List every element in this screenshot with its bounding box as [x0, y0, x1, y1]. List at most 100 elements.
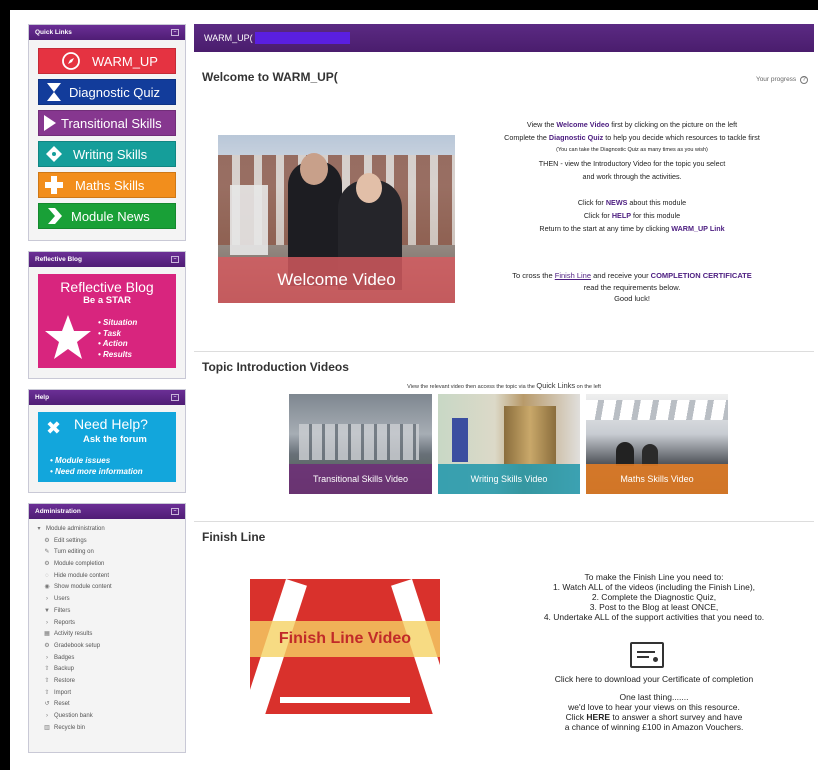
- survey-link[interactable]: HERE: [586, 712, 610, 722]
- help-title: Help: [35, 394, 50, 401]
- module-title[interactable]: WARM_UP(: [204, 33, 253, 43]
- admin-item-label: Module administration: [46, 526, 105, 532]
- admin-item-icon: ▥: [44, 724, 50, 731]
- reflective-blog-card[interactable]: Reflective Blog Be a STAR • Situation • …: [38, 274, 176, 368]
- quick-link-transitional-skills[interactable]: Transitional Skills: [38, 110, 176, 136]
- page-frame: Quick Links – WARM_UP Diagnostic Quiz Tr…: [10, 10, 818, 770]
- admin-menu-item[interactable]: ◌ Hide module content: [35, 571, 179, 583]
- quick-link-label: Maths Skills: [75, 177, 145, 193]
- admin-menu-item[interactable]: ⇧ Import: [35, 688, 179, 700]
- admin-item-label: Module completion: [54, 561, 105, 568]
- collapse-icon[interactable]: –: [171, 394, 179, 401]
- finish-line-link[interactable]: Finish Line: [555, 271, 591, 280]
- admin-menu-item[interactable]: ▥ Recycle bin: [35, 723, 179, 735]
- admin-menu-item[interactable]: ⇧ Restore: [35, 676, 179, 688]
- instruction-line: and work through the activities.: [582, 172, 682, 181]
- progress-indicator[interactable]: Your progress ?: [756, 76, 808, 84]
- admin-item-icon: ⚙: [44, 537, 50, 544]
- welcome-video-thumbnail[interactable]: Welcome Video: [218, 135, 455, 303]
- quick-link-label: WARM_UP: [92, 53, 158, 69]
- reflective-blog-block: Reflective Blog – Reflective Blog Be a S…: [28, 251, 186, 379]
- admin-menu-item[interactable]: ◉ Show module content: [35, 582, 179, 594]
- admin-menu-item[interactable]: › Reports: [35, 618, 179, 630]
- help-item: • Need more information: [50, 466, 143, 476]
- star-item: • Task: [98, 328, 121, 338]
- admin-menu-item[interactable]: › Users: [35, 594, 179, 606]
- admin-item-label: Reset: [54, 701, 70, 708]
- admin-menu-item[interactable]: ✎ Turn editing on: [35, 547, 179, 559]
- admin-item-icon: ›: [46, 596, 48, 603]
- admin-menu-item[interactable]: ▦ Activity results: [35, 629, 179, 641]
- plus-minus-icon: [43, 174, 65, 196]
- help-card-subtitle: Ask the forum: [83, 434, 147, 445]
- welcome-heading: Welcome to WARM_UP(: [202, 70, 428, 85]
- admin-menu-item[interactable]: › Question bank: [35, 711, 179, 723]
- finish-line-section: Finish Line Finish Line Video To make th…: [194, 522, 814, 768]
- admin-menu-item[interactable]: ⚙ Edit settings: [35, 536, 179, 548]
- admin-item-label: Badges: [54, 654, 75, 661]
- reflective-blog-header: Reflective Blog –: [29, 252, 185, 267]
- admin-item-icon: ⇧: [44, 677, 50, 684]
- help-list: • Module issues • Need more information: [50, 456, 143, 477]
- need-help-card[interactable]: ✖ Need Help? Ask the forum • Module issu…: [38, 412, 176, 482]
- quick-link-warm-up[interactable]: WARM_UP: [38, 48, 176, 74]
- play-arrow-icon: [43, 112, 57, 134]
- quick-link-label: Diagnostic Quiz: [69, 84, 161, 100]
- admin-menu-item[interactable]: ⚙ Module completion: [35, 559, 179, 571]
- admin-item-label: Restore: [54, 677, 76, 684]
- star-list: • Situation • Task • Action • Results: [98, 318, 137, 360]
- help-circle-icon[interactable]: ?: [800, 76, 808, 84]
- blog-card-subtitle: Be a STAR: [83, 295, 131, 306]
- progress-label: Your progress: [755, 76, 797, 83]
- admin-menu-item[interactable]: ▾ Module administration: [35, 524, 179, 536]
- admin-item-icon: ›: [46, 713, 48, 719]
- collapse-icon[interactable]: –: [171, 29, 179, 36]
- transitional-video-caption: Transitional Skills Video: [289, 464, 432, 494]
- admin-item-icon: ▦: [44, 631, 50, 638]
- collapse-icon[interactable]: –: [171, 508, 179, 515]
- sidebar: Quick Links – WARM_UP Diagnostic Quiz Tr…: [28, 24, 186, 770]
- admin-item-icon: ◉: [44, 584, 50, 591]
- admin-menu-item[interactable]: ⚙ Gradebook setup: [35, 641, 179, 653]
- admin-item-icon: ✎: [44, 549, 50, 556]
- star-item: • Results: [98, 349, 132, 359]
- certificate-download-link[interactable]: Click here to download your Certificate …: [504, 674, 804, 684]
- admin-item-icon: ⚙: [44, 642, 50, 649]
- pen-nib-icon: [43, 143, 65, 165]
- admin-item-label: Turn editing on: [54, 549, 94, 556]
- transitional-skills-video[interactable]: Transitional Skills Video: [289, 394, 432, 494]
- maths-skills-video[interactable]: Maths Skills Video: [586, 394, 728, 494]
- redacted-box: [254, 32, 350, 44]
- admin-item-icon: ▾: [37, 526, 41, 532]
- admin-menu-item[interactable]: ▼ Filters: [35, 606, 179, 618]
- admin-menu-item[interactable]: › Badges: [35, 653, 179, 665]
- quick-link-module-news[interactable]: Module News: [38, 203, 176, 229]
- compass-icon: [60, 50, 82, 72]
- admin-item-label: Activity results: [54, 631, 93, 638]
- requirement-step: 1. Watch ALL of the videos (including th…: [552, 582, 756, 592]
- help-card-title: Need Help?: [74, 416, 148, 432]
- quick-links-header: Quick Links –: [29, 25, 185, 40]
- quick-link-maths-skills[interactable]: Maths Skills: [38, 172, 176, 198]
- quick-link-diagnostic-quiz[interactable]: Diagnostic Quiz: [38, 79, 176, 105]
- admin-item-icon: ▼: [44, 607, 50, 614]
- star-icon: [44, 314, 92, 365]
- admin-item-icon: ⇧: [44, 689, 50, 696]
- topic-videos-note: View the relevant video then access the …: [407, 381, 601, 390]
- admin-menu-item[interactable]: ↺ Reset: [35, 699, 179, 711]
- finish-line-video-thumbnail[interactable]: Finish Line Video: [250, 579, 440, 714]
- main-content: WARM_UP( Welcome to WARM_UP( Your progre…: [194, 24, 814, 770]
- admin-item-icon: ›: [46, 654, 48, 661]
- quick-link-label: Module News: [71, 208, 150, 224]
- writing-skills-video[interactable]: Writing Skills Video: [438, 394, 580, 494]
- finish-line-footer: Click here to download your Certificate …: [504, 674, 804, 732]
- requirement-step: 3. Post to the Blog at least ONCE,: [589, 602, 719, 612]
- certificate-icon[interactable]: [630, 642, 664, 668]
- chevron-right-icon: [43, 205, 65, 227]
- admin-menu-item[interactable]: ⇧ Backup: [35, 664, 179, 676]
- admin-item-label: Edit settings: [54, 537, 87, 544]
- quick-links-block: Quick Links – WARM_UP Diagnostic Quiz Tr…: [28, 24, 186, 241]
- finish-line-video-caption: Finish Line Video: [250, 621, 440, 657]
- collapse-icon[interactable]: –: [171, 256, 179, 263]
- quick-link-writing-skills[interactable]: Writing Skills: [38, 141, 176, 167]
